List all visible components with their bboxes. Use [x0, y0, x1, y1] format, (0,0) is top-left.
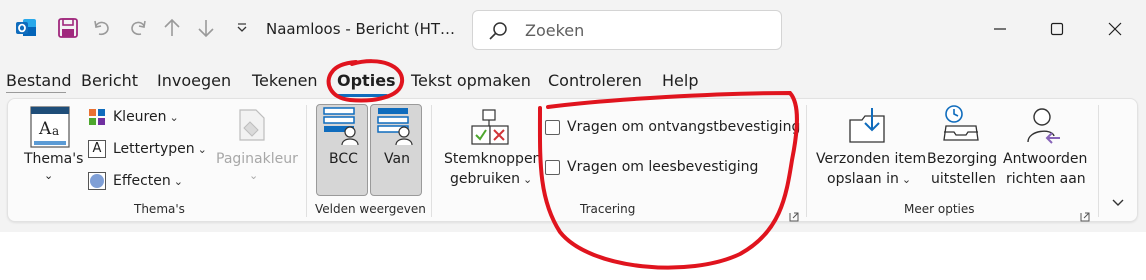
annotation-overlay: [326, 59, 799, 270]
annotation-circle-tracking-group: [537, 90, 799, 270]
annotation-circle-opties-tab: [326, 59, 405, 103]
